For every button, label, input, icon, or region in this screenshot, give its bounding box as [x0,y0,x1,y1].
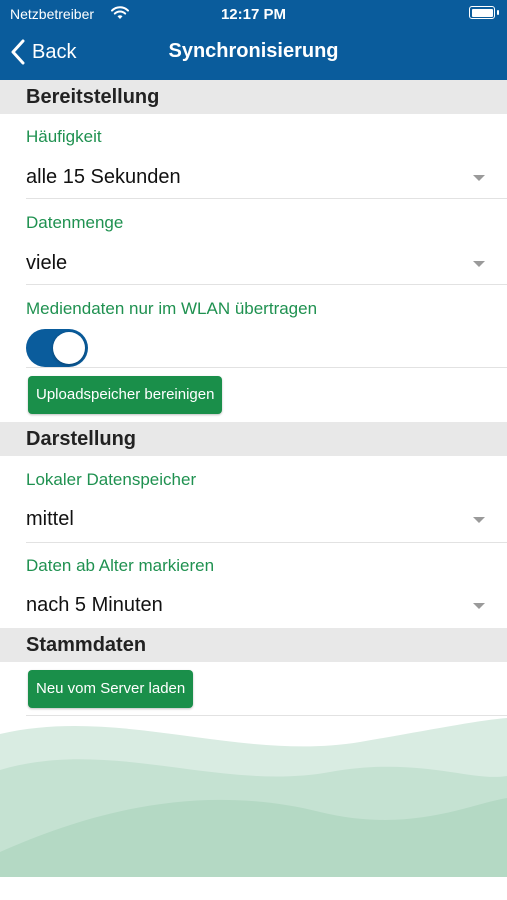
haeufigkeit-select[interactable]: alle 15 Sekunden [0,158,507,198]
alter-select[interactable]: nach 5 Minuten [0,586,507,626]
status-bar: Netzbetreiber 12:17 PM [0,0,507,28]
uploadspeicher-bereinigen-button[interactable]: Uploadspeicher bereinigen [28,376,223,414]
wlan-toggle[interactable] [26,329,88,367]
toggle-knob [53,332,85,364]
decorative-waves [0,718,507,877]
section-header-darstellung: Darstellung [0,422,507,456]
status-time: 12:17 PM [220,6,287,23]
divider [26,198,507,199]
wlan-label: Mediendaten nur im WLAN übertragen [26,299,318,318]
section-header-bereitstellung: Bereitstellung [0,80,507,114]
section-header-stammdaten: Stammdaten [0,628,507,662]
battery-icon [469,6,499,19]
datenmenge-value: viele [26,252,68,274]
caret-down-icon [473,261,485,267]
divider [26,284,507,285]
divider [26,367,507,368]
alter-value: nach 5 Minuten [26,594,163,616]
datenspeicher-select[interactable]: mittel [0,500,507,540]
datenmenge-select[interactable]: viele [0,244,507,284]
datenspeicher-label: Lokaler Datenspeicher [26,470,197,489]
datenspeicher-value: mittel [26,508,74,530]
haeufigkeit-label: Häufigkeit [26,127,102,146]
divider [26,542,507,543]
caret-down-icon [473,603,485,609]
page-title: Synchronisierung [168,40,339,62]
datenmenge-label: Datenmenge [26,213,124,232]
haeufigkeit-value: alle 15 Sekunden [26,166,181,188]
navigation-bar: Back Synchronisierung [0,30,507,74]
caret-down-icon [473,175,485,181]
top-bar: Netzbetreiber 12:17 PM Back Synchronisie… [0,0,507,80]
neu-vom-server-laden-button[interactable]: Neu vom Server laden [28,670,194,708]
alter-label: Daten ab Alter markieren [26,556,215,575]
caret-down-icon [473,517,485,523]
